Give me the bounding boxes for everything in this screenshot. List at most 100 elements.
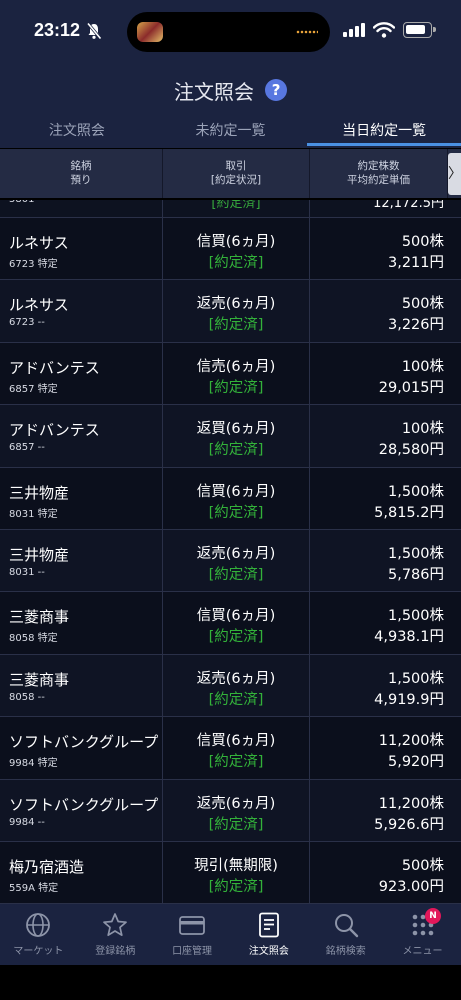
table-row[interactable]: ルネサス 6723 特定 信買(6ヵ月) [約定済] 500株 3,211円 xyxy=(0,218,461,281)
table-row[interactable]: 三菱商事 8058 -- 返売(6ヵ月) [約定済] 1,500株 4,919.… xyxy=(0,654,461,718)
stock-cell: 三菱商事 8058 -- xyxy=(0,654,163,717)
quantity-price-cell: 11,200株 5,920円 xyxy=(310,717,461,778)
tab-today-executed-list[interactable]: 当日約定一覧 xyxy=(307,114,461,148)
average-price: 5,815.2円 xyxy=(374,504,444,521)
stock-cell: 三菱商事 8058 特定 xyxy=(0,592,163,654)
table-row-partial[interactable]: 5801 [約定済] 12,172.5円 xyxy=(0,200,461,218)
stock-name: ソフトバンクグループ xyxy=(9,733,159,752)
stock-name: ソフトバンクグループ xyxy=(9,795,159,814)
average-price: 3,211円 xyxy=(387,255,444,271)
home-indicator-area xyxy=(0,965,461,1000)
stock-cell: アドバンテス 6857 特定 xyxy=(0,342,163,405)
quantity-price-cell: 1,500株 5,815.2円 xyxy=(310,468,461,529)
table-header: 銘柄 預り 取引 [約定状況] 約定株数 平均約定単価 〉 xyxy=(0,149,461,199)
trade-cell: 現引(無期限) [約定済] xyxy=(163,841,310,903)
execution-status: [約定済] xyxy=(208,255,264,271)
trade-type: 返買(6ヵ月) xyxy=(196,421,276,438)
quantity-price-cell: 500株 923.00円 xyxy=(310,842,461,903)
stock-cell: ルネサス 6723 特定 xyxy=(0,218,163,280)
trade-cell: 返売(6ヵ月) [約定済] xyxy=(163,280,310,342)
tab-unexecuted-list[interactable]: 未約定一覧 xyxy=(154,114,308,148)
trade-cell: 信買(6ヵ月) [約定済] xyxy=(163,717,310,779)
now-playing-thumbnail xyxy=(137,22,163,42)
average-price: 3,226円 xyxy=(387,317,444,334)
quantity-price-cell: 11,200株 5,926.6円 xyxy=(310,780,461,841)
stock-name: アドバンテス xyxy=(9,421,100,440)
execution-status: [約定済] xyxy=(208,816,264,833)
nav-label: マーケット xyxy=(13,946,64,957)
nav-menu[interactable]: N メニュー xyxy=(384,904,461,965)
trade-type: 信買(6ヵ月) xyxy=(196,608,276,625)
table-row[interactable]: 三井物産 8031 -- 返売(6ヵ月) [約定済] 1,500株 5,786円 xyxy=(0,529,461,593)
nav-account[interactable]: 口座管理 xyxy=(154,904,231,965)
trade-type: 信売(6ヵ月) xyxy=(196,358,276,375)
star-icon xyxy=(103,913,128,937)
executed-quantity: 1,500株 xyxy=(387,545,444,562)
execution-status: [約定済] xyxy=(208,379,264,396)
tab-order-inquiry[interactable]: 注文照会 xyxy=(0,114,154,148)
trade-cell: 信買(6ヵ月) [約定済] xyxy=(163,592,310,654)
wifi-icon xyxy=(373,22,395,38)
stock-code: 8031 -- xyxy=(9,566,45,578)
table-row[interactable]: ソフトバンクグループ 9984 -- 返売(6ヵ月) [約定済] 11,200株… xyxy=(0,779,461,842)
column-header-quantity-price: 約定株数 平均約定単価 xyxy=(310,149,448,198)
stock-cell: 梅乃宿酒造 559A 特定 xyxy=(0,841,163,903)
rows-container: ルネサス 6723 特定 信買(6ヵ月) [約定済] 500株 3,211円 ル… xyxy=(0,218,461,903)
executed-quantity: 1,500株 xyxy=(387,670,444,687)
nav-order-inquiry[interactable]: 注文照会 xyxy=(230,904,307,965)
quantity-price-cell: 500株 3,211円 xyxy=(310,218,461,279)
table-row[interactable]: 三井物産 8031 特定 信買(6ヵ月) [約定済] 1,500株 5,815.… xyxy=(0,467,461,530)
nav-watchlist[interactable]: 登録銘柄 xyxy=(77,904,154,965)
execution-status: [約定済] xyxy=(208,691,264,708)
executed-quantity: 1,500株 xyxy=(387,608,444,625)
table-row[interactable]: ルネサス 6723 -- 返売(6ヵ月) [約定済] 500株 3,226円 xyxy=(0,280,461,343)
stock-code: 6857 -- xyxy=(9,442,45,454)
nav-label: 登録銘柄 xyxy=(95,946,136,957)
trade-cell: 信買(6ヵ月) [約定済] xyxy=(163,467,310,529)
trade-cell: 信買(6ヵ月) [約定済] xyxy=(163,218,310,280)
executed-quantity: 100株 xyxy=(401,358,444,375)
trade-cell: 返売(6ヵ月) [約定済] xyxy=(163,779,310,841)
executed-orders-list[interactable]: 5801 [約定済] 12,172.5円 ルネサス 6723 特定 信買(6ヵ月… xyxy=(0,200,461,903)
quantity-price-cell: 1,500株 4,919.9円 xyxy=(310,655,461,716)
quantity-price-cell: 1,500株 5,786円 xyxy=(310,530,461,591)
stock-cell: ルネサス 6723 -- xyxy=(0,280,163,342)
execution-status: [約定済] xyxy=(208,442,264,459)
trade-type: 返売(6ヵ月) xyxy=(196,296,276,313)
average-price: 28,580円 xyxy=(378,442,444,459)
executed-quantity: 500株 xyxy=(401,296,444,313)
average-price: 29,015円 xyxy=(378,379,444,396)
stock-code: 8058 特定 xyxy=(9,633,58,645)
trade-cell: 返買(6ヵ月) [約定済] xyxy=(163,405,310,467)
stock-cell: アドバンテス 6857 -- xyxy=(0,405,163,467)
quantity-price-cell: 500株 3,226円 xyxy=(310,280,461,341)
executed-quantity: 11,200株 xyxy=(378,795,444,812)
average-price: 5,926.6円 xyxy=(374,816,444,833)
search-icon xyxy=(334,914,358,938)
status-time: 23:12 xyxy=(34,20,81,40)
stock-name: 梅乃宿酒造 xyxy=(9,857,85,876)
stock-cell: ソフトバンクグループ 9984 特定 xyxy=(0,717,163,779)
executed-quantity: 100株 xyxy=(401,421,444,438)
stock-name: アドバンテス xyxy=(9,358,100,377)
globe-icon xyxy=(26,913,51,937)
average-price: 923.00円 xyxy=(378,878,444,895)
executed-quantity: 500株 xyxy=(401,234,444,250)
trade-type: 返売(6ヵ月) xyxy=(196,795,276,812)
table-row[interactable]: ソフトバンクグループ 9984 特定 信買(6ヵ月) [約定済] 11,200株… xyxy=(0,717,461,780)
stock-code: 8058 -- xyxy=(9,691,45,703)
dynamic-island[interactable] xyxy=(127,12,330,52)
nav-market[interactable]: マーケット xyxy=(0,904,77,965)
help-button[interactable]: ? xyxy=(265,78,288,101)
table-row[interactable]: 梅乃宿酒造 559A 特定 現引(無期限) [約定済] 500株 923.00円 xyxy=(0,841,461,903)
table-row[interactable]: アドバンテス 6857 -- 返買(6ヵ月) [約定済] 100株 28,580… xyxy=(0,405,461,468)
trade-type: 信買(6ヵ月) xyxy=(196,733,276,750)
nav-label: 銘柄検索 xyxy=(325,946,366,957)
table-row[interactable]: 三菱商事 8058 特定 信買(6ヵ月) [約定済] 1,500株 4,938.… xyxy=(0,592,461,655)
scroll-columns-right-button[interactable]: 〉 xyxy=(448,153,461,195)
battery-icon xyxy=(403,22,436,38)
stock-name: ルネサス xyxy=(9,234,69,252)
stock-name: 三井物産 xyxy=(9,483,70,502)
table-row[interactable]: アドバンテス 6857 特定 信売(6ヵ月) [約定済] 100株 29,015… xyxy=(0,342,461,406)
nav-stock-search[interactable]: 銘柄検索 xyxy=(307,904,384,965)
